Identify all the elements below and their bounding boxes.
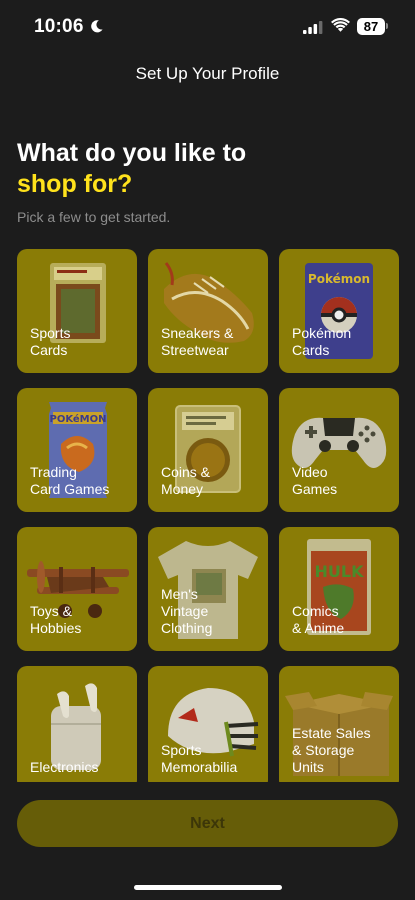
category-tile-sneakers-streetwear[interactable]: Sneakers & Streetwear	[148, 249, 268, 373]
category-tile-coins-money[interactable]: Coins & Money	[148, 388, 268, 512]
category-label: Video Games	[292, 464, 338, 497]
cellular-signal-icon	[303, 21, 323, 34]
svg-text:HULK: HULK	[315, 562, 365, 581]
category-tile-estate-sales-storage-units[interactable]: Estate Sales & Storage Units	[279, 666, 399, 782]
category-label: Toys & Hobbies	[30, 603, 82, 636]
category-tile-toys-hobbies[interactable]: Toys & Hobbies	[17, 527, 137, 651]
category-label: Trading Card Games	[30, 464, 110, 497]
category-label: Sneakers & Streetwear	[161, 325, 234, 358]
category-label: Electronics	[30, 759, 99, 775]
category-tile-sports-cards[interactable]: Sports Cards	[17, 249, 137, 373]
category-label: Estate Sales & Storage Units	[292, 725, 371, 775]
category-tile-mens-vintage-clothing[interactable]: Men's Vintage Clothing	[148, 527, 268, 651]
battery-level: 87	[357, 18, 385, 35]
svg-text:POKéMON: POKéMON	[49, 413, 106, 425]
category-label: Pokémon Cards	[292, 325, 352, 358]
status-bar: 10:06 87	[0, 0, 415, 54]
category-label: Comics & Anime	[292, 603, 345, 636]
category-label: Sports Cards	[30, 325, 71, 358]
heading-line-1: What do you like to	[17, 139, 247, 167]
battery-cap-icon	[386, 23, 388, 29]
category-label: Sports Memorabilia	[161, 742, 238, 775]
status-time: 10:06	[34, 16, 84, 37]
home-indicator[interactable]	[134, 885, 282, 890]
category-label: Men's Vintage Clothing	[161, 586, 213, 636]
subheading: Pick a few to get started.	[17, 209, 171, 225]
category-tile-sports-memorabilia[interactable]: Sports Memorabilia	[148, 666, 268, 782]
category-tile-trading-card-games[interactable]: POKéMON Trading Card Games	[17, 388, 137, 512]
category-label: Coins & Money	[161, 464, 211, 497]
heading-line-2: shop for?	[17, 170, 133, 198]
category-tile-video-games[interactable]: Video Games	[279, 388, 399, 512]
next-button[interactable]: Next	[17, 800, 398, 847]
page-title: Set Up Your Profile	[135, 64, 280, 83]
main-heading: What do you like to shop for?	[17, 138, 246, 200]
category-tile-pokemon-cards[interactable]: Pokémon Pokémon Cards	[279, 249, 399, 373]
category-tile-electronics[interactable]: Electronics	[17, 666, 137, 782]
svg-text:Pokémon: Pokémon	[308, 272, 370, 286]
wifi-icon	[331, 18, 350, 32]
category-tile-comics-anime[interactable]: HULK Comics & Anime	[279, 527, 399, 651]
category-grid-scroll[interactable]: Sports Cards Sneakers & Streetwear Pokém…	[0, 247, 415, 782]
moon-icon	[91, 20, 103, 33]
